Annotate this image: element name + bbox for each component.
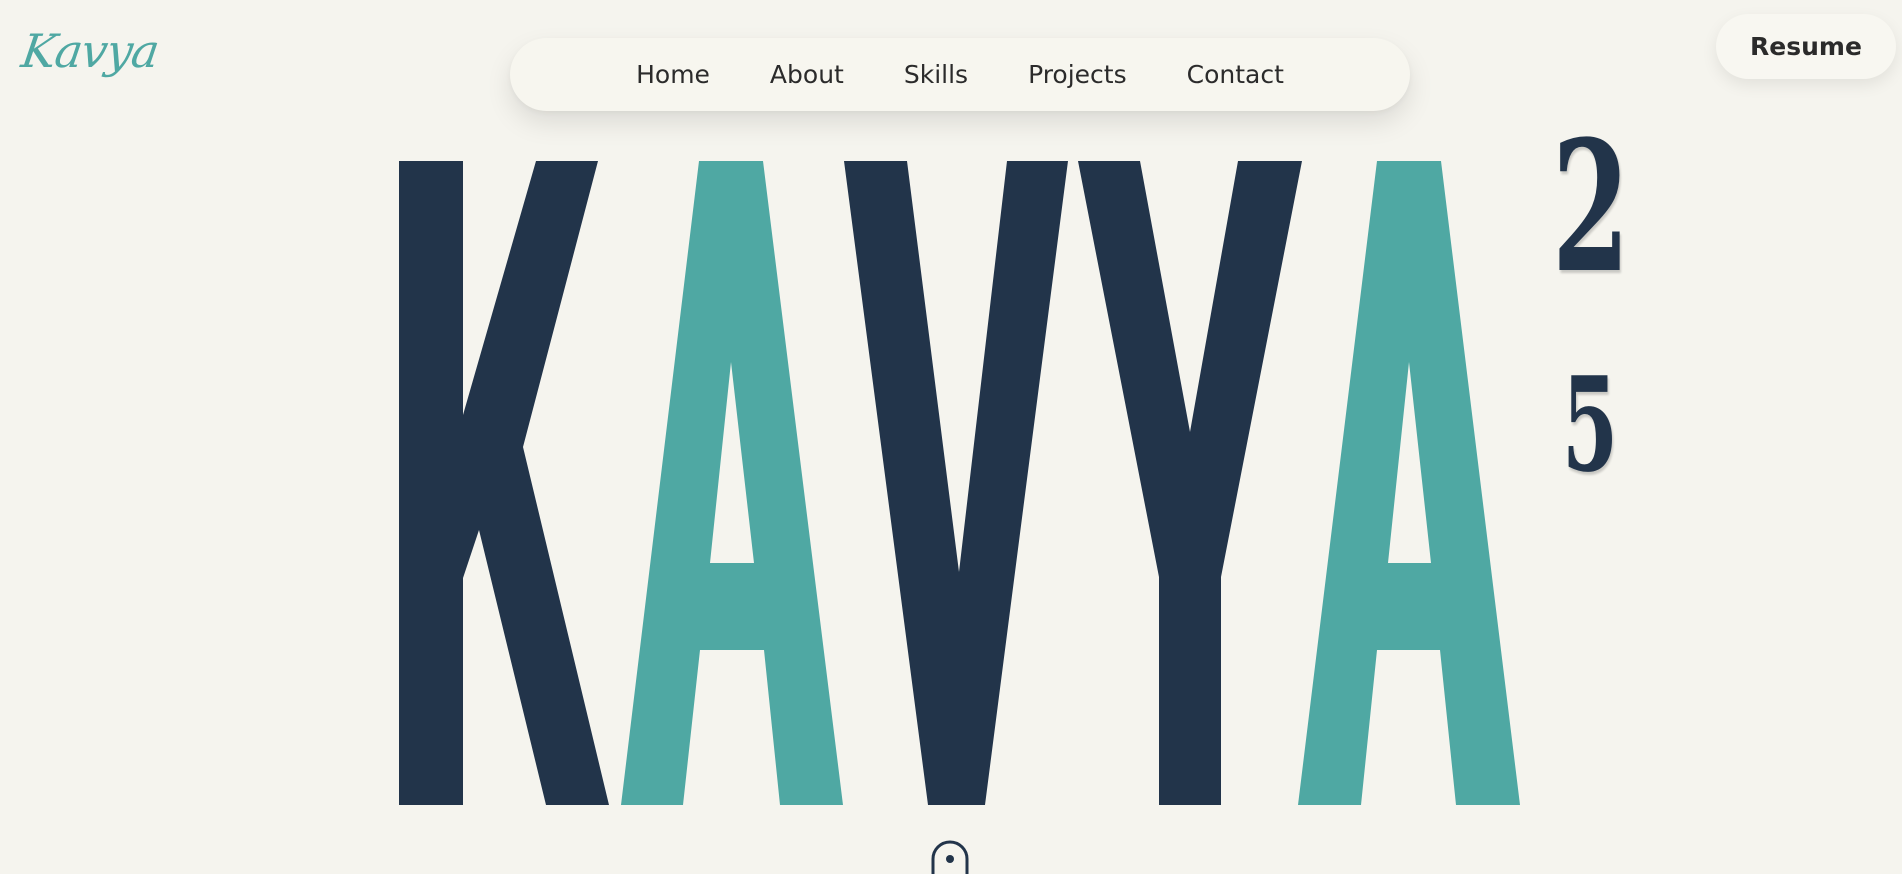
hero-letter-a-first	[621, 161, 843, 805]
page: Kavya Home About Skills Projects Contact…	[0, 0, 1902, 874]
hero-letter-a-second	[1298, 161, 1520, 805]
hero-year-digit-two: 2	[1552, 102, 1630, 313]
hero-letter-y	[1078, 161, 1302, 805]
hero-letter-v	[844, 161, 1068, 805]
hero-letter-k	[399, 161, 609, 805]
mouse-scroll-icon[interactable]	[930, 840, 970, 874]
hero-year-digit-five: 5	[1562, 348, 1619, 501]
